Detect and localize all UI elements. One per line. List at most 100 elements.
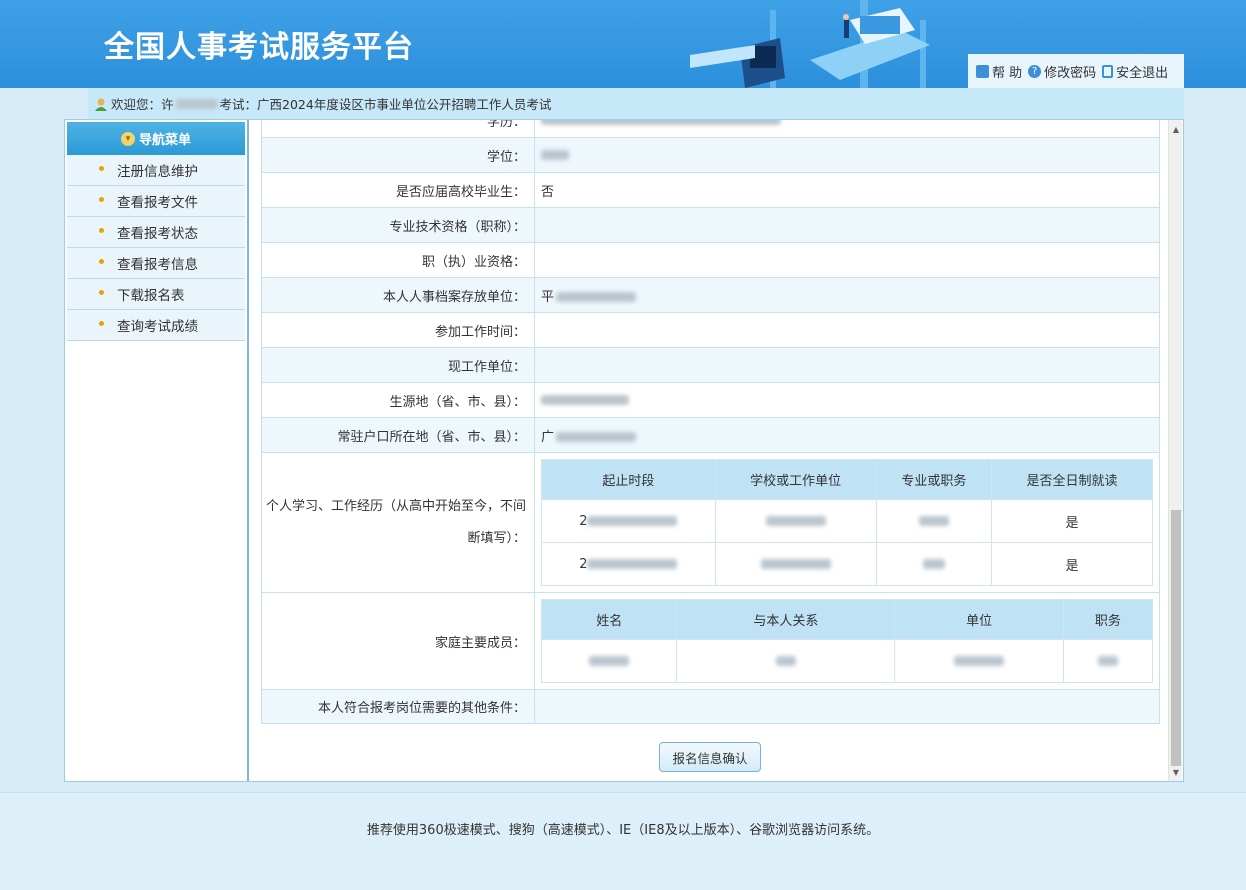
table-row: 2 是: [541, 542, 1154, 586]
cell-text: 是: [1065, 558, 1079, 574]
family-label: 家庭主要成员：: [260, 592, 536, 690]
sidebar-item-label: 查询考试成绩: [117, 319, 198, 335]
field-label: 生源地（省、市、县）：: [260, 382, 536, 418]
column-header: 是否全日制就读: [991, 459, 1154, 500]
table-cell: [714, 499, 877, 543]
main-frame: ▾ 导航菜单 注册信息维护 查看报考文件 查看报考状态 查看报考信息 下载报名表…: [64, 119, 1184, 782]
field-label: 本人符合报考岗位需要的其他条件：: [260, 689, 536, 724]
platform-title: 全国人事考试服务平台: [104, 30, 414, 65]
table-cell: [875, 499, 993, 543]
nav-menu-title: 导航菜单: [138, 133, 191, 148]
confirm-registration-button[interactable]: 报名信息确认: [659, 742, 761, 772]
experience-label: 个人学习、工作经历（从高中开始至今，不间 断填写）：: [260, 452, 536, 593]
logout-link[interactable]: 安全退出: [1102, 62, 1168, 81]
vertical-scrollbar[interactable]: ▲ ▼: [1168, 120, 1182, 781]
experience-header-row: 起止时段 学校或工作单位 专业或职务 是否全日制就读: [541, 459, 1154, 500]
sidebar-item-exam-info[interactable]: 查看报考信息: [67, 248, 245, 279]
field-value: [534, 242, 1161, 278]
column-header: 学校或工作单位: [714, 459, 877, 500]
table-row: 职（执）业资格：: [260, 242, 1161, 278]
table-cell: [875, 542, 993, 586]
table-cell: 是: [991, 499, 1154, 543]
field-value: 平: [534, 277, 1161, 313]
cell-text: 2: [579, 556, 588, 572]
logout-label: 安全退出: [1116, 65, 1169, 81]
field-label: 常驻户口所在地（省、市、县）：: [260, 417, 536, 453]
change-password-link[interactable]: ? 修改密码: [1028, 62, 1096, 81]
field-value: [534, 137, 1161, 173]
table-cell: [541, 639, 678, 683]
sidebar-item-label: 查看报考文件: [117, 195, 198, 211]
table-cell: 是: [991, 542, 1154, 586]
table-row: 生源地（省、市、县）：: [260, 382, 1161, 418]
family-header-row: 姓名 与本人关系 单位 职务: [541, 599, 1154, 640]
sidebar-item-exam-status[interactable]: 查看报考状态: [67, 217, 245, 248]
field-label: 现工作单位：: [260, 347, 536, 383]
help-label: 帮 助: [992, 65, 1023, 81]
table-row: 参加工作时间：: [260, 312, 1161, 348]
chevron-down-icon: ▾: [120, 131, 135, 146]
experience-label-line2: 断填写）：: [467, 530, 527, 546]
cell-text: 是: [1065, 515, 1079, 531]
experience-table: 起止时段 学校或工作单位 专业或职务 是否全日制就读 2 是 2 是: [541, 459, 1154, 586]
table-cell: [714, 542, 877, 586]
table-row: 本人符合报考岗位需要的其他条件：: [260, 689, 1161, 724]
field-value: [534, 382, 1161, 418]
table-cell: 2: [541, 499, 716, 543]
sidebar-item-query-scores[interactable]: 查询考试成绩: [67, 310, 245, 341]
lock-icon: [976, 64, 989, 78]
field-value-text: 平: [541, 289, 555, 305]
sidebar-item-exam-files[interactable]: 查看报考文件: [67, 186, 245, 217]
experience-label-line1: 个人学习、工作经历（从高中开始至今，不间: [266, 498, 527, 514]
header-banner: 全国人事考试服务平台 帮 助 ? 修改密码 安全退出: [0, 0, 1246, 88]
table-row: 家庭主要成员： 姓名 与本人关系 单位 职务: [260, 592, 1161, 690]
footer: 推荐使用360极速模式、搜狗（高速模式）、IE（IE8及以上版本）、谷歌浏览器访…: [0, 792, 1246, 890]
header-links: 帮 助 ? 修改密码 安全退出: [968, 54, 1184, 88]
sidebar-item-register-info[interactable]: 注册信息维护: [67, 155, 245, 186]
scroll-thumb[interactable]: [1171, 510, 1181, 766]
column-header: 姓名: [541, 599, 678, 640]
sidebar-item-label: 查看报考信息: [117, 257, 198, 273]
field-value-text: 广: [541, 429, 555, 445]
user-icon: [95, 98, 107, 111]
sidebar-item-label: 下载报名表: [117, 288, 185, 304]
column-header: 职务: [1062, 599, 1154, 640]
family-table: 姓名 与本人关系 单位 职务: [541, 599, 1154, 683]
field-label: 学位：: [260, 137, 536, 173]
table-row: 个人学习、工作经历（从高中开始至今，不间 断填写）： 起止时段 学校或工作单位 …: [260, 452, 1161, 593]
field-value: [534, 347, 1161, 383]
sidebar-item-label: 查看报考状态: [117, 226, 198, 242]
change-password-label: 修改密码: [1044, 65, 1097, 81]
nav-menu-header[interactable]: ▾ 导航菜单: [67, 122, 245, 155]
registration-info-table: 学历： 学位： 是否应届高校毕业生： 否 专业技术资格（职称）： 职（执）业资格…: [260, 120, 1161, 724]
table-cell: 2: [541, 542, 716, 586]
field-value: 广: [534, 417, 1161, 453]
table-cell: [676, 639, 896, 683]
sidebar: ▾ 导航菜单 注册信息维护 查看报考文件 查看报考状态 查看报考信息 下载报名表…: [65, 120, 249, 781]
table-cell: [894, 639, 1064, 683]
field-label: 职（执）业资格：: [260, 242, 536, 278]
help-link[interactable]: 帮 助: [976, 62, 1022, 81]
content-area: 学历： 学位： 是否应届高校毕业生： 否 专业技术资格（职称）： 职（执）业资格…: [251, 120, 1165, 781]
exam-label: 考试：广西2024年度设区市事业单位公开招聘工作人员考试: [219, 97, 552, 112]
welcome-prefix: 欢迎您：许: [111, 97, 174, 112]
browser-recommendation: 推荐使用360极速模式、搜狗（高速模式）、IE（IE8及以上版本）、谷歌浏览器访…: [366, 823, 880, 838]
cell-text: 2: [579, 513, 588, 529]
question-icon: ?: [1028, 64, 1042, 78]
table-row: 专业技术资格（职称）：: [260, 207, 1161, 243]
field-label: 本人人事档案存放单位：: [260, 277, 536, 313]
column-header: 单位: [894, 599, 1064, 640]
field-label: 专业技术资格（职称）：: [260, 207, 536, 243]
sidebar-item-download-form[interactable]: 下载报名表: [67, 279, 245, 310]
field-label: 参加工作时间：: [260, 312, 536, 348]
table-row: 现工作单位：: [260, 347, 1161, 383]
table-row: 是否应届高校毕业生： 否: [260, 172, 1161, 208]
family-cell: 姓名 与本人关系 单位 职务: [534, 592, 1161, 690]
column-header: 专业或职务: [875, 459, 993, 500]
scroll-up-icon[interactable]: ▲: [1169, 122, 1183, 136]
redacted-name: [175, 98, 218, 109]
column-header: 起止时段: [541, 459, 716, 500]
scroll-down-icon[interactable]: ▼: [1169, 765, 1183, 779]
table-row: 学历：: [260, 120, 1161, 138]
field-label: 学历：: [260, 120, 536, 138]
